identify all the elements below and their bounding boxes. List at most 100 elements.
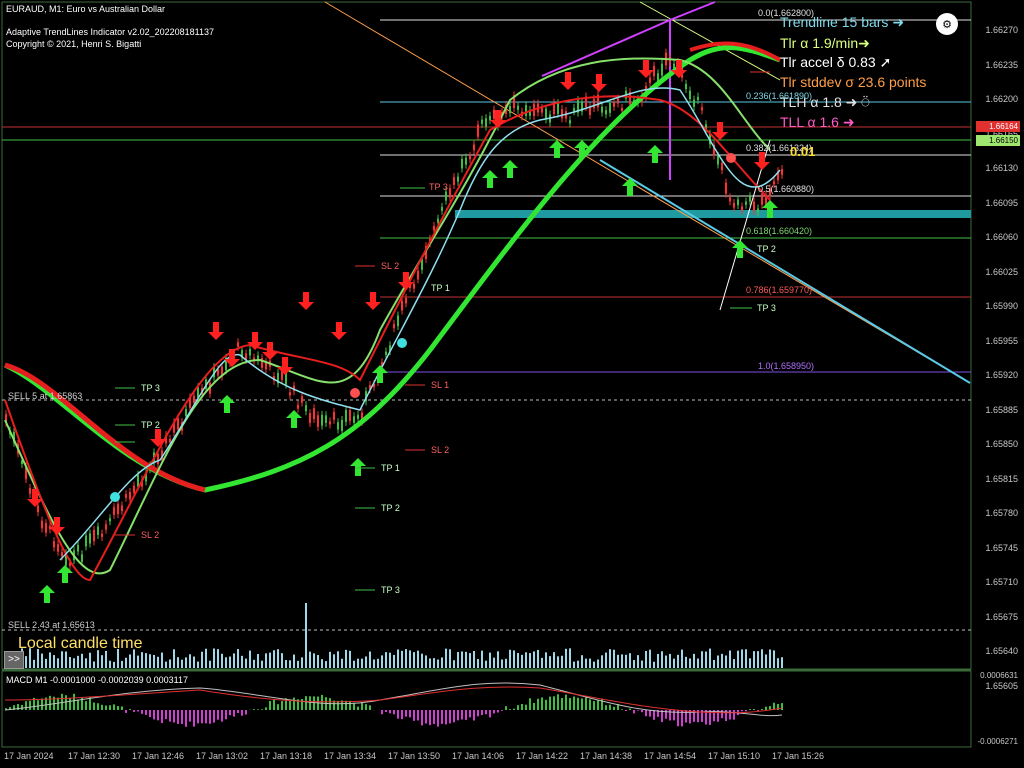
- macd-bar: [625, 710, 627, 712]
- macd-bar: [493, 710, 495, 714]
- volume-bar: [105, 650, 107, 668]
- volume-bar: [521, 654, 523, 668]
- toggle-panel-button[interactable]: >>: [4, 651, 24, 669]
- macd-bar: [417, 710, 419, 721]
- volume-bar: [497, 651, 499, 668]
- candle-body: [605, 110, 607, 115]
- sl2-tag: SL 2: [431, 445, 450, 455]
- macd-bar: [133, 710, 135, 712]
- volume-bar: [217, 649, 219, 668]
- macd-bar: [501, 710, 503, 711]
- macd-bar: [129, 709, 131, 710]
- candle-body: [397, 315, 399, 327]
- macd-bar: [161, 710, 163, 724]
- candle-body: [349, 409, 351, 421]
- volume-bar: [385, 652, 387, 668]
- candle-body: [689, 90, 691, 100]
- volume-bar: [233, 653, 235, 668]
- macd-top-value: 0.0006631: [980, 671, 1018, 680]
- volume-bar: [493, 657, 495, 668]
- candle-body: [697, 96, 699, 101]
- price-tick-label: 1.65675: [985, 611, 1018, 622]
- macd-bar: [569, 698, 571, 710]
- volume-bar: [125, 657, 127, 668]
- volume-bar: [109, 660, 111, 668]
- volume-bar: [605, 652, 607, 668]
- volume-bar: [769, 649, 771, 668]
- info-tll: TLL α 1.6 ➜: [780, 114, 855, 130]
- macd-bar: [69, 697, 71, 710]
- candle-body: [177, 418, 179, 430]
- volume-bar: [649, 649, 651, 668]
- macd-histogram: [5, 693, 783, 727]
- macd-bar: [613, 706, 615, 710]
- price-tick-label: 1.65710: [985, 577, 1018, 587]
- volume-bar: [297, 660, 299, 668]
- volume-bar: [429, 658, 431, 668]
- macd-bar: [233, 710, 235, 717]
- volume-bar: [141, 652, 143, 668]
- candle-body: [289, 392, 291, 396]
- volume-bar: [93, 661, 95, 668]
- macd-bar: [385, 710, 387, 712]
- candle-body: [57, 544, 59, 552]
- volume-bar: [501, 659, 503, 668]
- volume-bar: [57, 658, 59, 668]
- volume-bar: [237, 649, 239, 668]
- sl1-tag: SL 1: [431, 380, 450, 390]
- macd-bar: [37, 700, 39, 710]
- volume-bar: [137, 655, 139, 668]
- candle-body: [125, 494, 127, 498]
- candle-body: [401, 300, 403, 311]
- volume-bar: [405, 649, 407, 668]
- macd-bar: [189, 710, 191, 722]
- macd-bar: [533, 702, 535, 710]
- volume-bar: [705, 651, 707, 668]
- candle-body: [393, 323, 395, 329]
- candle-body: [541, 108, 543, 113]
- volume-bar: [653, 661, 655, 668]
- price-tick-label: 1.66095: [985, 197, 1018, 208]
- volume-bar: [153, 654, 155, 668]
- time-tick-label: 17 Jan 13:34: [324, 751, 377, 761]
- candle-body: [29, 488, 31, 494]
- price-tick-label: 1.65780: [985, 508, 1018, 518]
- macd-bar: [481, 710, 483, 716]
- volume-bar: [445, 648, 447, 668]
- volume-bar: [461, 651, 463, 668]
- macd-bar: [125, 710, 127, 713]
- candle-body: [657, 73, 659, 82]
- price-tick-label: 1.65850: [985, 439, 1018, 449]
- volume-bar: [397, 649, 399, 668]
- macd-bar: [141, 710, 143, 714]
- macd-bar: [465, 710, 467, 720]
- macd-bar: [217, 710, 219, 720]
- candle-body: [321, 414, 323, 426]
- candle-body: [441, 206, 443, 211]
- macd-bar: [405, 710, 407, 717]
- macd-bar: [237, 710, 239, 714]
- macd-bar: [633, 710, 635, 714]
- candle-body: [117, 503, 119, 515]
- volume-bar: [293, 654, 295, 668]
- macd-bar: [437, 710, 439, 727]
- volume-bar: [701, 651, 703, 668]
- volume-bar: [661, 651, 663, 668]
- macd-bar: [121, 706, 123, 710]
- candle-body: [433, 225, 435, 231]
- volume-bar: [617, 654, 619, 668]
- macd-bar: [149, 710, 151, 718]
- volume-bar: [101, 655, 103, 668]
- sell-arrow-icon: [298, 292, 314, 310]
- volume-bar: [669, 653, 671, 668]
- volume-bar: [33, 659, 35, 668]
- volume-bar: [621, 654, 623, 668]
- volume-bar: [437, 659, 439, 668]
- time-tick-label: 17 Jan 12:30: [68, 751, 121, 761]
- candle-body: [621, 107, 623, 112]
- volume-bar: [625, 654, 627, 668]
- macd-bar: [389, 710, 391, 714]
- candle-body: [525, 105, 527, 116]
- macd-bar: [749, 709, 751, 710]
- volume-bar: [425, 655, 427, 668]
